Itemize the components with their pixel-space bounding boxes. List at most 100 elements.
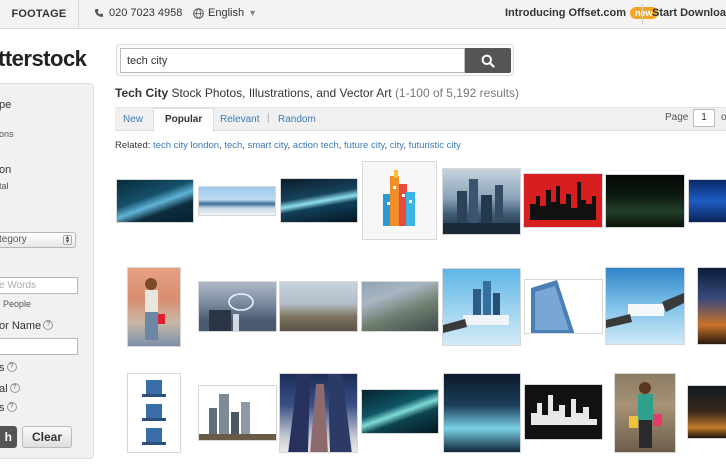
image-thumbnail[interactable] [280,178,358,223]
image-thumbnail[interactable] [361,281,439,332]
sort-tabs-bar: New Popular Relevant | Random Page 1 o [115,107,726,132]
filter-option-horizontal[interactable]: tal [0,181,9,191]
search-icon [481,54,495,68]
contributor-name-label: or Name? [0,320,54,332]
glass-building-photo [531,280,575,333]
image-thumbnail[interactable] [605,174,685,228]
help-icon[interactable]: ? [6,362,17,372]
image-thumbnail[interactable] [524,384,603,440]
image-thumbnail[interactable] [127,267,181,347]
page-of-label: o [721,112,726,123]
filter-heading-type: pe [0,99,12,111]
related-link[interactable]: tech city london [153,140,219,151]
tablet-city-photo [443,281,509,333]
search-bar [116,44,514,76]
filter-label-1: s? [0,362,17,374]
image-thumbnail[interactable] [198,281,277,332]
related-link[interactable]: futuristic city [409,140,461,151]
offset-link[interactable]: Introducing Offset.com new [505,7,658,19]
image-thumbnail[interactable] [198,186,276,216]
category-select-value: tegory [0,234,27,245]
image-thumbnail[interactable] [198,385,277,441]
skyscrapers-perspective-photo [288,374,352,452]
category-select[interactable]: tegory ▲ ▼ [0,232,76,248]
select-arrows-icon: ▲ ▼ [63,235,72,245]
filter-heading-orientation: on [0,164,12,176]
image-thumbnail[interactable] [279,373,358,453]
tab-separator: | [267,113,270,124]
image-thumbnail[interactable] [687,385,726,439]
related-label: Related: [115,140,151,151]
results-count: (1-100 of 5,192 results) [394,86,520,100]
related-link[interactable]: smart city [248,140,288,151]
cloud-business-photo [209,293,254,331]
image-thumbnail[interactable] [361,389,439,434]
related-link[interactable]: future city [344,140,384,151]
topbar-divider [642,4,643,24]
tab-new[interactable]: New [123,114,143,125]
related-link[interactable]: city [390,140,404,151]
image-thumbnail[interactable] [362,161,437,240]
filter-label-2-text: al [0,383,8,395]
image-thumbnail[interactable] [688,179,726,223]
city-buildings-photo [199,394,276,440]
phone-icon [95,9,103,17]
clear-button[interactable]: Clear [22,426,72,448]
filter-label-3-text: s [0,402,5,414]
shutterstock-logo[interactable]: tterstock [0,46,87,72]
hands-tablet-photo [606,292,684,328]
search-input[interactable] [120,48,465,73]
offset-label: Introducing Offset.com [505,7,626,19]
image-thumbnail[interactable] [443,373,521,453]
tab-relevant[interactable]: Relevant [220,114,259,125]
sidebar-search-button[interactable]: h [0,426,17,448]
chevron-down-icon: ▼ [248,8,257,18]
contributor-name-text: or Name [0,320,42,332]
people-label: People [3,299,32,309]
image-thumbnail[interactable] [442,168,521,235]
help-icon[interactable]: ? [6,402,17,412]
image-thumbnail[interactable] [614,373,676,453]
image-thumbnail[interactable] [127,373,181,453]
white-skyline-illustration [531,395,597,425]
language-selector[interactable]: English ▼ [193,7,257,19]
woman-shopping-photo [145,278,165,340]
globe-icon [193,7,204,19]
stacked-city-icons-illustration [142,380,166,445]
contributor-name-input[interactable] [0,338,78,355]
search-button[interactable] [465,48,511,73]
image-thumbnail[interactable] [279,281,358,332]
related-link[interactable]: tech [224,140,242,151]
start-downloading-link[interactable]: Start Downloadin [652,7,726,19]
page-number-input[interactable]: 1 [693,109,715,127]
results-heading: Tech City Stock Photos, Illustrations, a… [115,86,519,100]
woman-shopping-bags-photo [629,382,662,448]
skyline-silhouette-illustration [530,182,596,220]
page-label: Page [665,112,689,123]
phone-text: 020 7023 4958 [109,7,183,19]
results-title: Tech City [115,86,169,100]
image-thumbnail[interactable] [697,267,726,345]
related-searches: Related: tech city london, tech, smart c… [115,140,461,151]
skyline-illustration [443,179,520,234]
results-subtitle: Stock Photos, Illustrations, and Vector … [171,86,392,100]
tab-popular[interactable]: Popular [153,108,215,132]
tab-random[interactable]: Random [278,114,316,125]
help-icon[interactable]: ? [9,383,20,393]
image-thumbnail[interactable] [605,267,685,345]
image-thumbnail[interactable] [442,268,521,346]
filter-label-2: al? [0,383,20,395]
top-bar: FOOTAGE 020 7023 4958 English ▼ Introduc… [0,0,726,29]
filter-option-illustrations[interactable]: ons [0,129,14,139]
related-link[interactable]: action tech [293,140,339,151]
footage-link[interactable]: FOOTAGE [0,0,79,28]
language-label: English [208,7,245,19]
image-thumbnail[interactable] [116,179,194,223]
image-thumbnail[interactable] [523,173,603,228]
exclude-words-input[interactable]: e Words [0,277,78,294]
filter-label-1-text: s [0,362,5,374]
image-thumbnail[interactable] [524,279,603,334]
help-icon[interactable]: ? [43,320,54,330]
colorful-towers-illustration [383,170,415,226]
phone-number: 020 7023 4958 [94,7,182,19]
